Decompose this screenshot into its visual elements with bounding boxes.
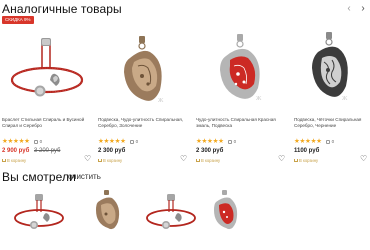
current-price: 2 300 руб <box>196 148 224 154</box>
review-icon <box>227 139 232 144</box>
review-icon <box>129 139 134 144</box>
product-description[interactable]: Подвеска, Чудо-улитность Спиральная, Сер… <box>98 117 186 135</box>
slipper-pendant-image: Ж <box>124 36 164 104</box>
price: 2 300 руб <box>98 148 125 154</box>
cart-icon <box>196 159 200 162</box>
carousel-prev-button[interactable]: ‹ <box>343 4 355 14</box>
price: 2 900 руб 3 200 руб <box>2 148 60 154</box>
add-to-cart-button[interactable]: В корзину <box>98 158 122 163</box>
old-price: 3 200 руб <box>33 148 61 154</box>
svg-text:Ж: Ж <box>256 96 262 102</box>
viewed-item-thumbnail[interactable] <box>8 186 70 240</box>
cart-icon <box>2 159 6 162</box>
product-rating: ★★★★★ 0 <box>98 138 138 145</box>
price: 1100 руб <box>294 148 319 154</box>
bracelet-image <box>14 194 64 229</box>
current-price: 1100 руб <box>294 148 320 154</box>
current-price: 2 900 руб <box>2 148 30 154</box>
svg-text:Ж: Ж <box>342 96 348 102</box>
review-count: 0 <box>233 139 237 144</box>
price: 2 300 руб <box>196 148 223 154</box>
product-rating: ★★★★★ 0 <box>196 138 236 145</box>
cart-icon <box>294 159 298 162</box>
review-count: 0 <box>331 139 335 144</box>
review-count: 0 <box>39 139 43 144</box>
star-rating-icon: ★★★★★ <box>294 138 322 145</box>
star-rating-icon: ★★★★★ <box>2 138 30 145</box>
review-icon <box>325 139 330 144</box>
product-image[interactable]: Ж <box>98 24 188 116</box>
star-rating-icon: ★★★★★ <box>196 138 224 145</box>
product-rating: ★★★★★ 0 <box>294 138 334 145</box>
viewed-item-thumbnail[interactable] <box>140 186 202 240</box>
product-rating: ★★★★★ 0 <box>2 138 42 145</box>
section-title-viewed: Вы смотрели <box>2 170 76 184</box>
product-description[interactable]: Подвеска, Чёточки Спиральная Серебро, Че… <box>294 117 366 135</box>
discount-badge: СКИДКА 9% <box>2 16 34 24</box>
cart-icon <box>98 159 102 162</box>
product-description[interactable]: Браслет Стильная Спираль и Бусиной Спира… <box>2 117 90 135</box>
add-to-cart-button[interactable]: В корзину <box>196 158 220 163</box>
product-card[interactable]: Ж Чудо-улитность Спиральная Красная эмал… <box>196 14 286 163</box>
svg-text:Ж: Ж <box>158 98 164 104</box>
star-rating-icon: ★★★★★ <box>98 138 126 145</box>
viewed-item-thumbnail[interactable] <box>194 186 256 240</box>
product-card[interactable]: Ж Подвеска, Чёточки Спиральная Серебро, … <box>294 14 368 163</box>
bracelet-image <box>10 38 84 97</box>
add-to-cart-button[interactable]: В корзину <box>2 158 26 163</box>
silver-pendant-image: Ж <box>312 32 348 102</box>
product-image[interactable]: Ж <box>196 24 286 116</box>
add-to-cart-label: В корзину <box>103 158 123 163</box>
review-icon <box>33 139 38 144</box>
product-image[interactable]: Ж <box>294 24 368 116</box>
red-enamel-slipper-image <box>214 190 238 230</box>
heart-icon[interactable]: ♡ <box>278 155 285 163</box>
viewed-item-thumbnail[interactable] <box>76 186 138 240</box>
heart-icon[interactable]: ♡ <box>84 155 91 163</box>
clear-viewed-link[interactable]: очистить <box>68 172 101 181</box>
red-enamel-slipper-image: Ж <box>220 34 262 102</box>
product-card[interactable]: Ж Подвеска, Чудо-улитность Спиральная, С… <box>98 14 188 163</box>
heart-icon[interactable]: ♡ <box>360 155 367 163</box>
product-card[interactable]: СКИДКА 9% Браслет Стильная Спираль и Бус… <box>2 14 92 163</box>
product-description[interactable]: Чудо-улитность Спиральная Красная эмаль,… <box>196 117 284 135</box>
review-count: 0 <box>135 139 139 144</box>
heart-icon[interactable]: ♡ <box>180 155 187 163</box>
product-image[interactable] <box>2 24 92 116</box>
carousel-next-button[interactable]: › <box>357 4 369 14</box>
current-price: 2 300 руб <box>98 148 126 154</box>
add-to-cart-button[interactable]: В корзину <box>294 158 318 163</box>
add-to-cart-label: В корзину <box>299 158 319 163</box>
bracelet-image <box>146 194 196 229</box>
slipper-pendant-image <box>96 190 120 230</box>
add-to-cart-label: В корзину <box>201 158 221 163</box>
add-to-cart-label: В корзину <box>7 158 27 163</box>
